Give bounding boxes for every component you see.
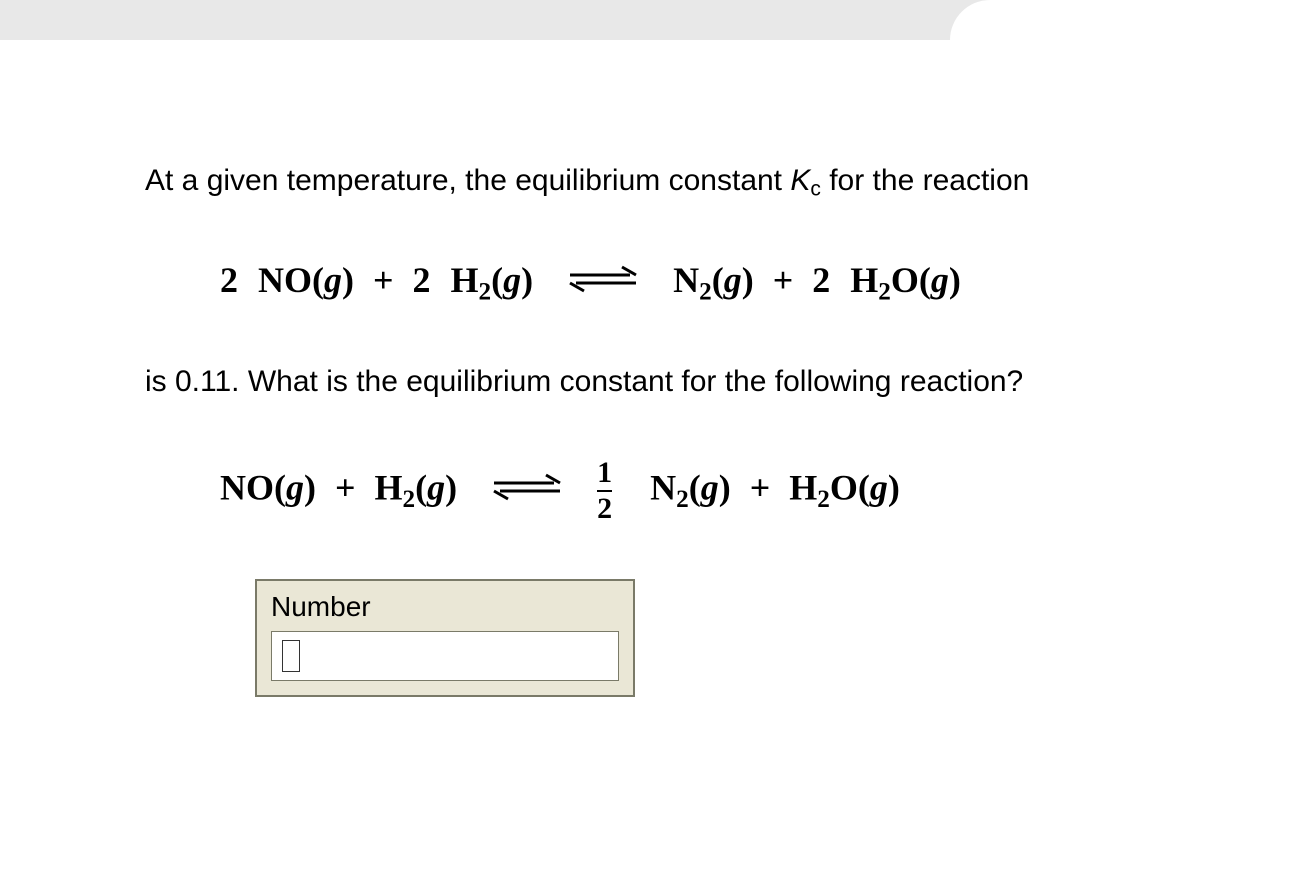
question-value-line: is 0.11. What is the equilibrium constan… bbox=[145, 361, 1185, 403]
equation-2: NO(g) + H2(g) 1 2 N2(g) + H2O(g) bbox=[220, 458, 1185, 524]
species-no: NO bbox=[258, 260, 312, 300]
input-cursor-icon bbox=[282, 640, 300, 672]
plus: + bbox=[750, 467, 771, 507]
species-no: NO bbox=[220, 467, 274, 507]
coef-no: 2 bbox=[220, 260, 238, 300]
fraction-numerator: 1 bbox=[597, 458, 612, 490]
species-h2o-o: O bbox=[830, 467, 858, 507]
intro-tail: for the reaction bbox=[821, 164, 1029, 197]
state-g: g bbox=[870, 467, 888, 507]
intro-text: At a given temperature, the equilibrium … bbox=[145, 164, 790, 197]
header-band bbox=[0, 0, 1310, 40]
answer-label: Number bbox=[271, 591, 619, 623]
state-g: g bbox=[286, 467, 304, 507]
state-g: g bbox=[724, 260, 742, 300]
fraction-denominator: 2 bbox=[597, 490, 612, 524]
species-n2-n: N bbox=[673, 260, 699, 300]
species-h2o-h: H bbox=[850, 260, 878, 300]
value-post: . What is the equilibrium constant for t… bbox=[231, 365, 1023, 398]
species-h2o-sub: 2 bbox=[878, 278, 891, 305]
species-n2-sub: 2 bbox=[699, 278, 712, 305]
question-intro-line: At a given temperature, the equilibrium … bbox=[145, 160, 1185, 204]
state-g: g bbox=[503, 260, 521, 300]
fraction-half: 1 2 bbox=[597, 458, 612, 524]
species-h2o-h: H bbox=[789, 467, 817, 507]
coef-h2: 2 bbox=[413, 260, 431, 300]
plus: + bbox=[773, 260, 794, 300]
state-g: g bbox=[427, 467, 445, 507]
answer-input[interactable] bbox=[271, 631, 619, 681]
state-g: g bbox=[931, 260, 949, 300]
value-pre: is bbox=[145, 365, 175, 398]
k-symbol: K bbox=[790, 164, 810, 197]
species-h2o-o: O bbox=[891, 260, 919, 300]
species-h2-h: H bbox=[451, 260, 479, 300]
header-cutout bbox=[950, 0, 1310, 40]
plus: + bbox=[335, 467, 356, 507]
answer-box: Number bbox=[255, 579, 635, 697]
state-g: g bbox=[701, 467, 719, 507]
k-subscript: c bbox=[810, 177, 821, 200]
species-n2-n: N bbox=[650, 467, 676, 507]
species-h2-sub: 2 bbox=[479, 278, 492, 305]
plus: + bbox=[373, 260, 394, 300]
equilibrium-arrow-icon bbox=[564, 261, 642, 306]
species-h2-sub: 2 bbox=[403, 486, 416, 513]
coef-h2o: 2 bbox=[812, 260, 830, 300]
species-n2-sub: 2 bbox=[676, 486, 689, 513]
kc-value: 0.11 bbox=[175, 365, 231, 398]
species-h2-h: H bbox=[375, 467, 403, 507]
equation-1: 2NO(g) + 2H2(g) N2(g) + 2H2O(g) bbox=[220, 259, 1185, 307]
question-content: At a given temperature, the equilibrium … bbox=[145, 160, 1185, 697]
equilibrium-arrow-icon bbox=[488, 469, 566, 514]
state-g: g bbox=[324, 260, 342, 300]
species-h2o-sub: 2 bbox=[817, 486, 830, 513]
